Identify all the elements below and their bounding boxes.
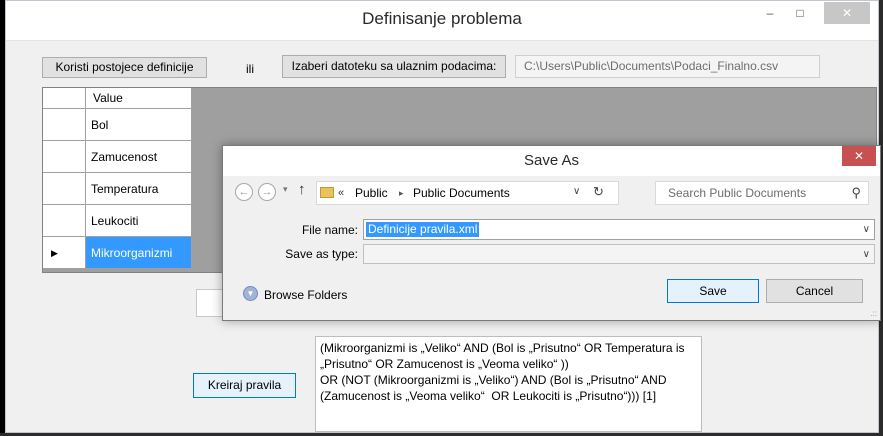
save-as-type-select[interactable]: ∨ (363, 244, 875, 264)
row-header[interactable] (43, 173, 86, 205)
search-icon[interactable]: ⚲ (851, 185, 861, 201)
breadcrumb-item-public-documents[interactable]: Public Documents (413, 185, 510, 201)
file-name-value[interactable]: Definicije pravila.xml (366, 222, 480, 237)
dialog-close-button[interactable]: ✕ (842, 146, 876, 166)
save-as-type-label: Save as type: (285, 247, 358, 261)
expand-icon[interactable]: ▼ (243, 286, 258, 301)
dialog-title-bar: Save As ✕ (223, 146, 880, 176)
browse-folders-toggle[interactable]: Browse Folders (264, 288, 347, 302)
row-header[interactable] (43, 205, 86, 237)
grid-column-header-value[interactable]: Value (86, 88, 192, 109)
close-button[interactable]: ✕ (824, 2, 870, 24)
save-button[interactable]: Save (667, 279, 759, 303)
create-rules-button[interactable]: Kreiraj pravila (193, 373, 296, 398)
row-header[interactable] (43, 141, 86, 173)
up-arrow-icon[interactable]: ↑ (298, 181, 306, 198)
dialog-title: Save As (523, 152, 580, 169)
chevron-down-icon[interactable]: ∨ (863, 222, 870, 237)
use-existing-definitions-button[interactable]: Koristi postojece definicije (42, 57, 207, 78)
rules-textbox[interactable]: (Mikroorganizmi is „Veliko“ AND (Bol is … (315, 336, 702, 432)
grid-cell-selected[interactable]: Mikroorganizmi (86, 237, 192, 269)
file-name-field[interactable]: Definicije pravila.xml ∨ (363, 219, 875, 240)
recent-locations-chevron-icon[interactable]: ▾ (283, 184, 288, 195)
row-header-current[interactable]: ▶ (43, 237, 86, 269)
breadcrumb-separator-icon[interactable]: ▸ (399, 185, 404, 201)
folder-icon (320, 187, 334, 198)
file-path-field[interactable]: C:\Users\Public\Documents\Podaci_Finalno… (515, 55, 820, 78)
grid-header-corner (43, 88, 86, 109)
grid-cell[interactable]: Temperatura (86, 173, 192, 205)
chevron-down-icon[interactable]: ∨ (863, 247, 870, 262)
back-icon[interactable]: ← (235, 183, 253, 201)
save-as-dialog: Save As ✕ ← → ▾ ↑ « Public ▸ Public Docu… (222, 145, 881, 321)
maximize-button[interactable]: □ (786, 2, 814, 24)
grid-cell[interactable]: Zamucenost (86, 141, 192, 173)
choose-input-file-button[interactable]: Izaberi datoteku sa ulaznim podacima: (282, 55, 506, 78)
row-header[interactable] (43, 109, 86, 141)
file-name-label: File name: (301, 223, 358, 237)
resize-grip-icon[interactable]: .:: (870, 309, 877, 318)
grid-cell[interactable]: Leukociti (86, 205, 192, 237)
forward-icon[interactable]: → (258, 183, 276, 201)
window-title: Definisanje problema (362, 9, 522, 28)
breadcrumb-item-public[interactable]: Public (355, 185, 388, 201)
address-bar[interactable]: « Public ▸ Public Documents ∨ ↻ (316, 181, 619, 205)
or-label: ili (246, 62, 254, 76)
search-placeholder: Search Public Documents (668, 186, 807, 200)
minimize-button[interactable]: – (756, 2, 784, 24)
grid-cell[interactable]: Bol (86, 109, 192, 141)
search-input[interactable]: Search Public Documents ⚲ (655, 181, 869, 205)
refresh-icon[interactable]: ↻ (593, 184, 604, 200)
chevron-down-icon[interactable]: ∨ (573, 186, 580, 197)
title-bar: Definisanje problema – □ ✕ (6, 1, 878, 41)
breadcrumb-overflow[interactable]: « (338, 185, 344, 201)
cancel-button[interactable]: Cancel (766, 279, 863, 303)
